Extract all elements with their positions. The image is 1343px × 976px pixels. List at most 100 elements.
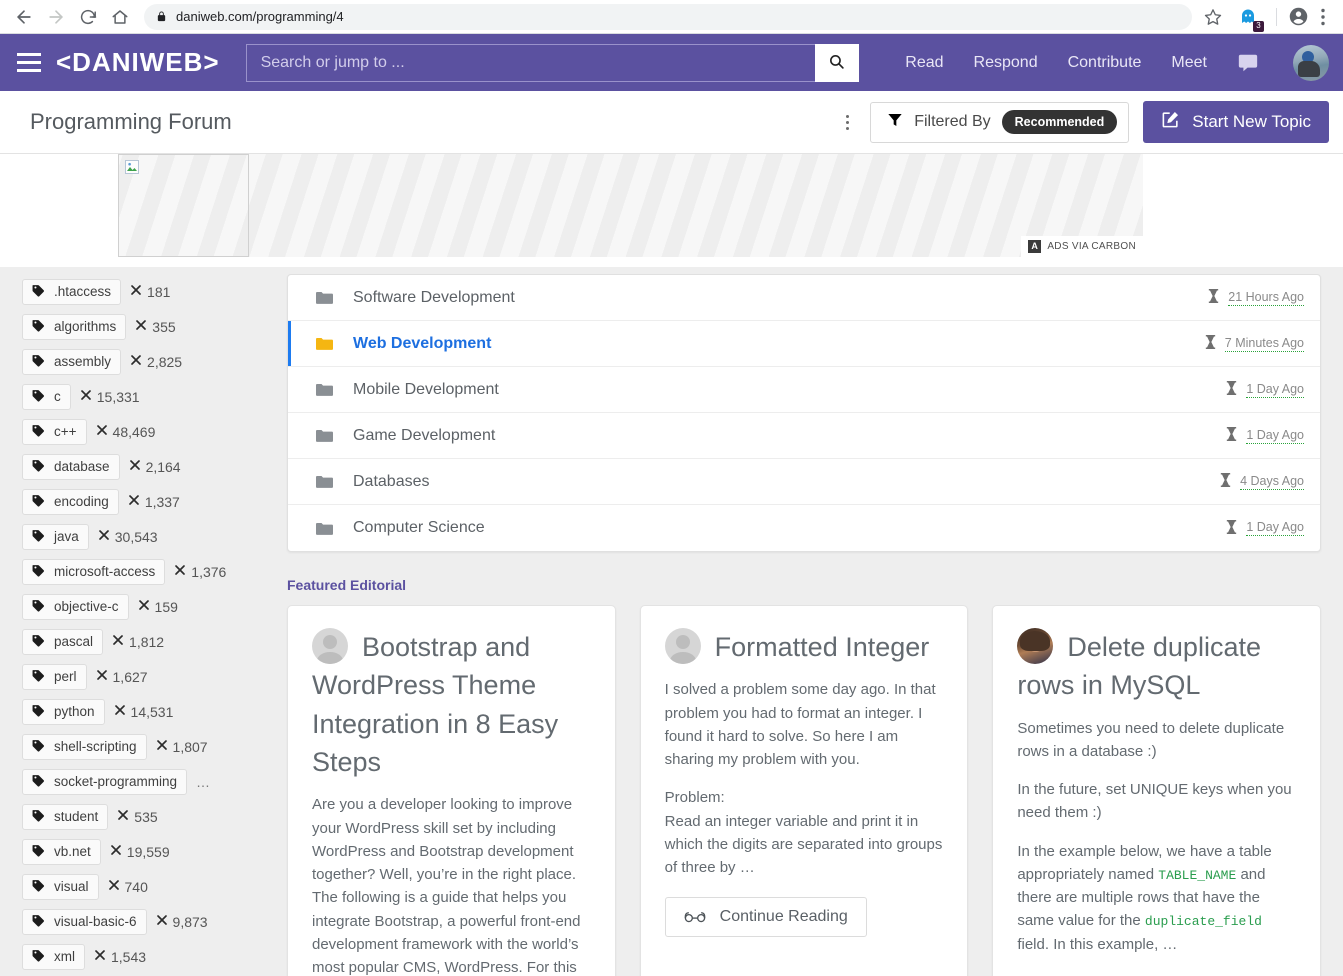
tag-remove-icon[interactable] xyxy=(130,284,142,299)
tag-chip[interactable]: visual xyxy=(22,873,99,900)
forum-timestamp[interactable]: 1 Day Ago xyxy=(1246,382,1304,398)
tag-chip[interactable]: perl xyxy=(22,663,87,690)
address-bar[interactable]: daniweb.com/programming/4 xyxy=(144,3,1192,30)
tag-chip[interactable]: vb.net xyxy=(22,838,101,865)
tag-chip[interactable]: objective-c xyxy=(22,593,129,620)
chat-bubble-icon[interactable] xyxy=(1237,52,1259,74)
tag-count: 1,627 xyxy=(96,669,148,685)
featured-card[interactable]: Formatted Integer I solved a problem some… xyxy=(639,605,969,976)
forum-row[interactable]: Web Development 7 Minutes Ago xyxy=(288,321,1320,367)
tag-remove-icon[interactable] xyxy=(96,669,108,684)
card-paragraph: Are you a developer looking to improve y… xyxy=(312,796,581,976)
forum-timestamp[interactable]: 1 Day Ago xyxy=(1246,428,1304,444)
tag-chip[interactable]: c++ xyxy=(22,418,87,445)
tag-chip[interactable]: c xyxy=(22,383,71,410)
tag-remove-icon[interactable] xyxy=(156,914,168,929)
nav-item-read[interactable]: Read xyxy=(905,54,943,72)
card-title[interactable]: Delete duplicate rows in MySQL xyxy=(1017,632,1261,700)
tag-remove-icon[interactable] xyxy=(174,564,186,579)
tag-remove-icon[interactable] xyxy=(112,634,124,649)
tag-remove-icon[interactable] xyxy=(94,949,106,964)
tag-remove-icon[interactable] xyxy=(129,459,141,474)
tag-chip[interactable]: shell-scripting xyxy=(22,733,147,760)
tag-count-value: 159 xyxy=(154,598,178,615)
card-author-avatar[interactable] xyxy=(664,628,701,664)
featured-card[interactable]: Delete duplicate rows in MySQL Sometimes … xyxy=(992,605,1322,976)
forum-row[interactable]: Computer Science 1 Day Ago xyxy=(288,505,1320,551)
folder-icon xyxy=(316,475,333,488)
forum-timestamp[interactable]: 4 Days Ago xyxy=(1240,474,1304,490)
tag-row: vb.net 19,559 xyxy=(22,834,265,869)
tag-chip[interactable]: java xyxy=(22,523,89,550)
extension-icon[interactable]: 3 xyxy=(1236,5,1264,32)
forum-row[interactable]: Software Development 21 Hours Ago xyxy=(288,275,1320,321)
subheader-actions: Filtered By Recommended Start New Topic xyxy=(838,101,1329,143)
tag-remove-icon[interactable] xyxy=(117,809,129,824)
forum-timestamp[interactable]: 7 Minutes Ago xyxy=(1224,336,1304,352)
site-logo[interactable]: <DANIWEB> xyxy=(56,47,220,78)
start-new-topic-button[interactable]: Start New Topic xyxy=(1143,101,1329,143)
forum-row[interactable]: Mobile Development 1 Day Ago xyxy=(288,367,1320,413)
back-arrow-icon[interactable] xyxy=(10,3,38,31)
card-title[interactable]: Formatted Integer xyxy=(715,632,930,662)
reload-icon[interactable] xyxy=(74,3,102,31)
tag-chip[interactable]: algorithms xyxy=(22,313,127,340)
tag-remove-icon[interactable] xyxy=(98,529,110,544)
tag-chip[interactable]: database xyxy=(22,453,120,480)
nav-item-respond[interactable]: Respond xyxy=(974,54,1038,72)
forum-timestamp[interactable]: 21 Hours Ago xyxy=(1228,290,1304,306)
user-avatar[interactable] xyxy=(1293,44,1329,81)
tag-chip[interactable]: encoding xyxy=(22,488,119,515)
tag-chip[interactable]: microsoft-access xyxy=(22,558,166,585)
browser-chrome: daniweb.com/programming/4 3 xyxy=(0,0,1343,34)
page-title: Programming Forum xyxy=(30,109,232,134)
card-paragraph: I solved a problem some day ago. In that… xyxy=(664,681,936,769)
hourglass-icon xyxy=(1226,519,1237,537)
card-title[interactable]: Bootstrap and WordPress Theme Integratio… xyxy=(312,632,558,777)
forward-arrow-icon[interactable] xyxy=(42,3,70,31)
ads-via-carbon-label[interactable]: A ADS VIA CARBON xyxy=(1021,236,1143,257)
forum-timestamp[interactable]: 1 Day Ago xyxy=(1246,520,1304,536)
filter-dropdown[interactable]: Filtered By Recommended xyxy=(870,101,1130,143)
tag-chip[interactable]: python xyxy=(22,698,105,725)
bookmark-star-icon[interactable] xyxy=(1200,4,1226,30)
hamburger-menu-icon[interactable] xyxy=(12,46,46,80)
tag-remove-icon[interactable] xyxy=(135,319,147,334)
profile-icon[interactable] xyxy=(1285,4,1311,30)
tag-remove-icon[interactable] xyxy=(130,354,142,369)
forum-row[interactable]: Game Development 1 Day Ago xyxy=(288,413,1320,459)
tag-remove-icon[interactable] xyxy=(138,599,150,614)
tag-remove-icon[interactable] xyxy=(96,424,108,439)
tag-count: 9,873 xyxy=(156,914,208,930)
tag-remove-icon[interactable] xyxy=(80,389,92,404)
tag-remove-icon[interactable] xyxy=(108,879,120,894)
browser-menu-icon[interactable] xyxy=(1313,4,1333,30)
forum-row[interactable]: Databases 4 Days Ago xyxy=(288,459,1320,505)
tag-remove-icon[interactable] xyxy=(156,739,168,754)
tag-chip[interactable]: assembly xyxy=(22,348,122,375)
tag-remove-icon[interactable] xyxy=(128,494,140,509)
continue-reading-button[interactable]: Continue Reading xyxy=(664,897,867,938)
card-author-avatar[interactable] xyxy=(1017,628,1054,664)
tag-chip[interactable]: xml xyxy=(22,943,85,970)
more-options-icon[interactable] xyxy=(838,107,856,137)
tag-icon xyxy=(32,809,45,825)
hourglass-icon xyxy=(1220,473,1231,490)
nav-item-meet[interactable]: Meet xyxy=(1171,54,1207,72)
home-icon[interactable] xyxy=(106,3,134,31)
card-author-avatar[interactable] xyxy=(312,628,348,664)
tag-icon xyxy=(32,389,45,405)
tag-remove-icon[interactable] xyxy=(110,844,122,859)
ad-banner[interactable]: A ADS VIA CARBON xyxy=(118,154,1143,257)
tag-remove-icon[interactable] xyxy=(114,704,126,719)
tag-chip[interactable]: pascal xyxy=(22,628,104,655)
ad-strip: A ADS VIA CARBON xyxy=(0,154,1343,267)
search-input[interactable] xyxy=(245,43,815,82)
tag-chip[interactable]: student xyxy=(22,803,109,830)
tag-chip[interactable]: .htaccess xyxy=(22,278,122,305)
nav-item-contribute[interactable]: Contribute xyxy=(1068,54,1142,72)
tag-chip[interactable]: socket-programming xyxy=(22,768,188,795)
tag-chip[interactable]: visual-basic-6 xyxy=(22,908,147,935)
search-submit-button[interactable] xyxy=(814,43,859,82)
featured-card[interactable]: Bootstrap and WordPress Theme Integratio… xyxy=(287,605,616,976)
